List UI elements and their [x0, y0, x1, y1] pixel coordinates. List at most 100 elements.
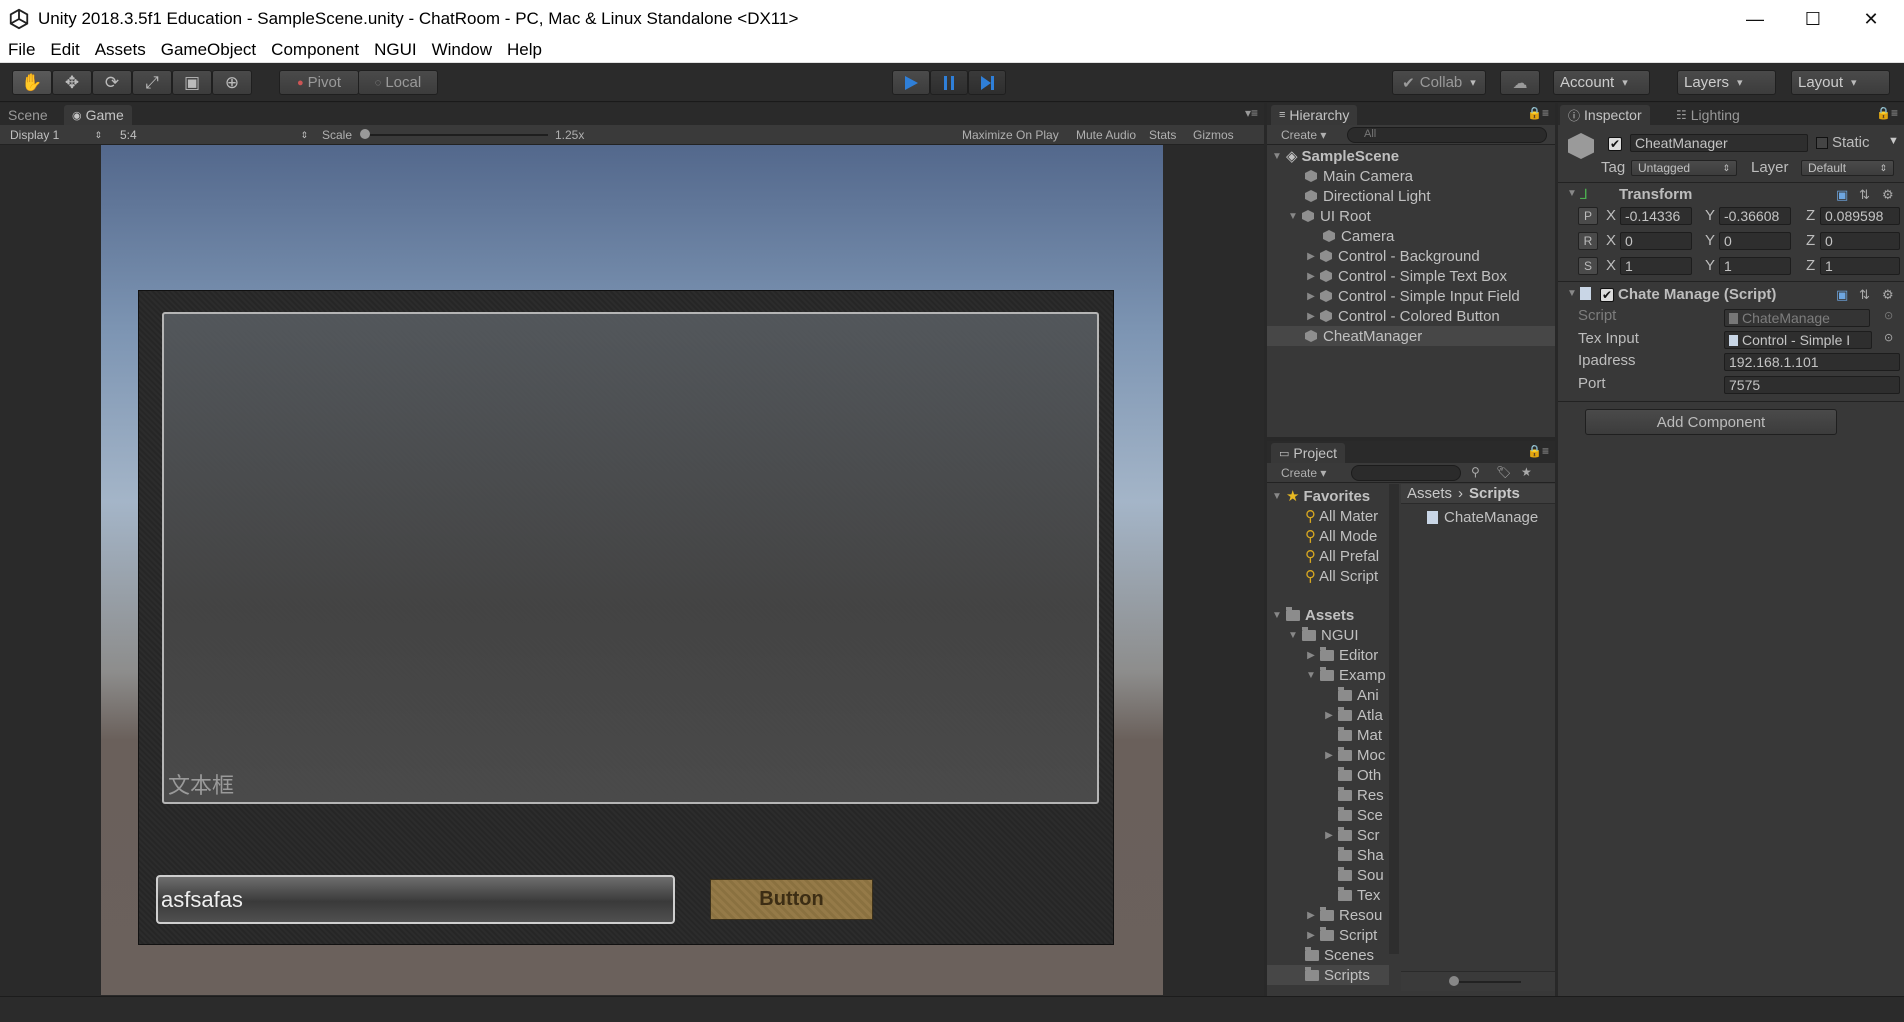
rotation-y-field[interactable]: 0 [1719, 232, 1791, 250]
tab-scene[interactable]: Scene [0, 105, 56, 125]
move-tool-icon[interactable]: ✥ [52, 70, 92, 95]
stats-toggle[interactable]: Stats [1149, 128, 1176, 142]
hierarchy-item[interactable]: Main Camera [1267, 166, 1555, 186]
menu-assets[interactable]: Assets [87, 40, 153, 60]
help-icon[interactable]: ▣ [1836, 287, 1848, 303]
add-component-button[interactable]: Add Component [1585, 409, 1837, 435]
hierarchy-item[interactable]: ▶ Control - Background [1267, 246, 1555, 266]
position-y-field[interactable]: -0.36608 [1719, 207, 1791, 225]
static-checkbox[interactable] [1816, 137, 1828, 149]
hierarchy-item[interactable]: ▶ Control - Simple Input Field [1267, 286, 1555, 306]
pivot-toggle[interactable]: ● Pivot [279, 70, 359, 95]
account-dropdown[interactable]: Account [1553, 70, 1650, 95]
send-button[interactable]: Button [710, 879, 873, 920]
minimize-button[interactable]: — [1726, 0, 1784, 38]
tag-dropdown[interactable]: Untagged ⇕ [1631, 160, 1737, 176]
favorite-item[interactable]: ⚲ All Mater [1267, 506, 1389, 526]
gear-icon[interactable]: ⚙ [1882, 287, 1894, 303]
folder-item[interactable]: Oth [1267, 765, 1389, 785]
breadcrumb-assets[interactable]: Assets [1407, 485, 1452, 502]
favorite-item[interactable]: ⚲ All Prefal [1267, 546, 1389, 566]
tex-input-field[interactable]: Control - Simple I [1724, 331, 1872, 349]
preset-icon[interactable]: ⇅ [1859, 287, 1870, 303]
folder-item[interactable]: ▶ Editor [1267, 645, 1389, 665]
folder-item[interactable]: Scenes [1267, 945, 1389, 965]
hierarchy-item[interactable]: Camera [1267, 226, 1555, 246]
hierarchy-item-selected[interactable]: CheatManager [1267, 326, 1555, 346]
scale-reset-button[interactable]: S [1578, 257, 1598, 275]
transform-tool-icon[interactable]: ⊕ [212, 70, 252, 95]
hierarchy-item[interactable]: Directional Light [1267, 186, 1555, 206]
scale-y-field[interactable]: 1 [1719, 257, 1791, 275]
hierarchy-item[interactable]: ▶ Control - Colored Button [1267, 306, 1555, 326]
icon-size-slider[interactable] [1451, 981, 1521, 983]
preset-icon[interactable]: ⇅ [1859, 187, 1870, 203]
local-toggle[interactable]: ◌ Local [358, 70, 438, 95]
layers-dropdown[interactable]: Layers [1677, 70, 1776, 95]
folder-item[interactable]: Mat [1267, 725, 1389, 745]
folder-item-selected[interactable]: Scripts [1267, 965, 1389, 985]
help-icon[interactable]: ▣ [1836, 187, 1848, 203]
maximize-button[interactable]: ☐ [1784, 0, 1842, 38]
folder-item[interactable]: ▶ Resou [1267, 905, 1389, 925]
lock-icon[interactable]: 🔒≡ [1527, 106, 1549, 120]
component-enabled-checkbox[interactable]: ✔ [1600, 288, 1614, 302]
favorite-item[interactable]: ⚲ All Script [1267, 566, 1389, 586]
scale-x-field[interactable]: 1 [1620, 257, 1692, 275]
static-dropdown-icon[interactable]: ▼ [1888, 135, 1899, 147]
scale-z-field[interactable]: 1 [1820, 257, 1900, 275]
scale-slider-handle[interactable] [360, 129, 370, 139]
folder-item[interactable]: Sou [1267, 865, 1389, 885]
project-create-button[interactable]: Create ▾ [1281, 466, 1326, 480]
menu-window[interactable]: Window [424, 40, 499, 60]
close-button[interactable]: ✕ [1842, 0, 1900, 38]
folder-item[interactable]: ▶ Moc [1267, 745, 1389, 765]
display-dropdown[interactable]: Display 1 ⇕ [4, 127, 108, 143]
menu-file[interactable]: File [0, 40, 42, 60]
hierarchy-item[interactable]: ▼ UI Root [1267, 206, 1555, 226]
collab-dropdown[interactable]: ✔ Collab [1392, 70, 1486, 95]
chat-text-box[interactable]: 文本框 [162, 312, 1099, 804]
transform-header[interactable]: ▼ ⅃ Transform ▣ ⇅ ⚙ [1558, 184, 1904, 206]
rotation-x-field[interactable]: 0 [1620, 232, 1692, 250]
layout-dropdown[interactable]: Layout [1791, 70, 1890, 95]
folder-item[interactable]: ▼ NGUI [1267, 625, 1389, 645]
position-z-field[interactable]: 0.089598 [1820, 207, 1900, 225]
tab-project[interactable]: ▭ Project [1271, 443, 1345, 463]
folder-item[interactable]: ▶ Script [1267, 925, 1389, 945]
rect-tool-icon[interactable]: ▣ [172, 70, 212, 95]
menu-edit[interactable]: Edit [42, 40, 86, 60]
gear-icon[interactable]: ⚙ [1882, 187, 1894, 203]
folder-item[interactable]: Ani [1267, 685, 1389, 705]
folder-item[interactable]: Sce [1267, 805, 1389, 825]
step-button[interactable] [968, 70, 1006, 95]
folder-item[interactable]: Sha [1267, 845, 1389, 865]
tab-lighting[interactable]: ☷ Lighting [1668, 105, 1748, 125]
menu-ngui[interactable]: NGUI [366, 40, 424, 60]
filter-label-icon[interactable]: 🏷 [1496, 465, 1511, 479]
assets-header[interactable]: ▼ Assets [1267, 605, 1389, 625]
hierarchy-create-button[interactable]: Create ▾ [1281, 128, 1326, 142]
lock-icon[interactable]: 🔒≡ [1876, 106, 1898, 120]
rotate-tool-icon[interactable]: ⟳ [92, 70, 132, 95]
favorite-item[interactable]: ⚲ All Mode [1267, 526, 1389, 546]
pause-button[interactable] [930, 70, 968, 95]
favorites-header[interactable]: ▼ ★ Favorites [1267, 486, 1389, 506]
tab-game[interactable]: ◉ Game [64, 105, 132, 125]
project-search-input[interactable] [1351, 465, 1461, 481]
active-checkbox[interactable]: ✔ [1608, 137, 1622, 151]
tab-inspector[interactable]: ⓘ Inspector [1560, 105, 1650, 125]
tab-hierarchy[interactable]: ≡ Hierarchy [1271, 105, 1358, 125]
object-picker-icon[interactable]: ⊙ [1884, 331, 1893, 344]
aspect-dropdown[interactable]: 5:4 ⇕ [114, 127, 314, 143]
play-button[interactable] [892, 70, 930, 95]
filter-type-icon[interactable]: ⚲ [1471, 465, 1480, 479]
folder-item[interactable]: ▶ Atla [1267, 705, 1389, 725]
menu-gameobject[interactable]: GameObject [153, 40, 263, 60]
scene-row[interactable]: ▼ ◈ SampleScene [1267, 146, 1555, 166]
breadcrumb-scripts[interactable]: Scripts [1469, 485, 1520, 502]
folder-item[interactable]: Tex [1267, 885, 1389, 905]
folder-item[interactable]: Res [1267, 785, 1389, 805]
layer-dropdown[interactable]: Default ⇕ [1801, 160, 1894, 176]
rotation-reset-button[interactable]: R [1578, 232, 1598, 250]
